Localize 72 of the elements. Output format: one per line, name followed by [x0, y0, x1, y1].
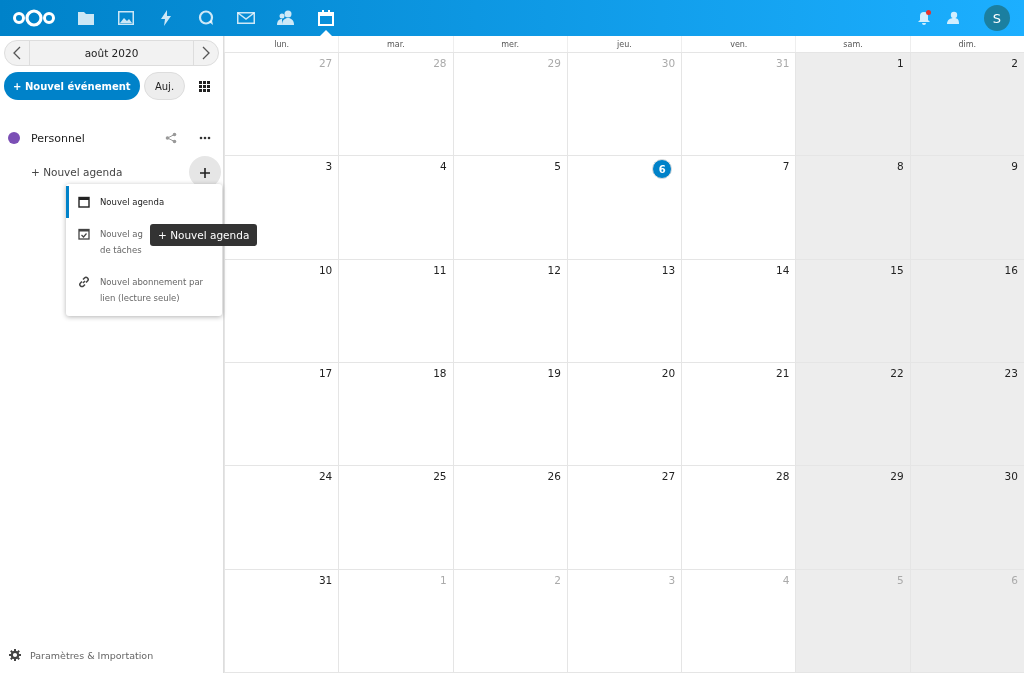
menu-item-label: Nouvel abonnement par [100, 276, 204, 289]
settings-icon[interactable] [9, 649, 21, 661]
day-number[interactable]: 21 [776, 367, 790, 379]
new-event-button[interactable]: + Nouvel événement [4, 72, 140, 100]
day-number[interactable]: 12 [547, 263, 561, 276]
folder-icon [78, 11, 94, 25]
day-number[interactable]: 3 [325, 160, 333, 173]
day-number[interactable]: 22 [890, 367, 904, 379]
day-number[interactable]: 2 [1011, 57, 1018, 69]
lightning-icon [161, 10, 171, 26]
weekday-label: sam. [843, 39, 863, 49]
tooltip: + Nouvel agenda [150, 224, 258, 246]
chevron-right-icon [202, 46, 210, 60]
calendar-check-icon [78, 228, 90, 240]
chevron-left-icon [13, 46, 21, 60]
day-number[interactable]: 27 [661, 470, 676, 483]
day-number[interactable]: 25 [433, 470, 447, 483]
plus-icon [200, 167, 210, 178]
calendar-icon [318, 10, 334, 26]
calendar-name[interactable]: Personnel [31, 131, 165, 145]
settings-link[interactable]: Paramètres & Importation [30, 649, 154, 661]
day-number[interactable]: 19 [547, 367, 561, 379]
weekday-label: lun. [274, 39, 290, 49]
menu-item[interactable]: Nouvel abonnement par lien (lecture seule) [66, 266, 222, 314]
share-icon[interactable] [165, 132, 177, 144]
day-number[interactable]: 31 [318, 573, 333, 586]
weekday-label: ven. [730, 39, 748, 49]
day-number[interactable]: 14 [776, 263, 790, 276]
day-number[interactable]: 17 [318, 367, 333, 379]
day-number[interactable]: 29 [890, 470, 904, 483]
people-icon [277, 10, 295, 26]
image-icon [118, 11, 134, 25]
day-number[interactable]: 6 [652, 159, 673, 180]
new-calendar-label[interactable]: + Nouvel agenda [31, 166, 189, 178]
link-icon [78, 276, 90, 288]
envelope-icon [237, 12, 255, 24]
day-number[interactable]: 20 [661, 367, 676, 379]
menu-item-label: de tâches [100, 244, 142, 257]
logo-icon[interactable] [12, 8, 56, 28]
day-number[interactable]: 10 [318, 263, 333, 276]
weekday-label: mer. [501, 39, 520, 49]
day-number[interactable]: 24 [318, 470, 333, 483]
day-number[interactable]: 26 [547, 470, 561, 483]
day-number[interactable]: 30 [1004, 470, 1018, 483]
more-icon[interactable] [199, 136, 211, 140]
day-number[interactable]: 23 [1004, 367, 1018, 379]
day-number[interactable]: 13 [661, 263, 676, 276]
menu-item-label: lien (lecture seule) [100, 292, 180, 305]
day-number[interactable]: 11 [433, 263, 447, 276]
day-number[interactable]: 15 [890, 263, 904, 276]
person-icon[interactable] [946, 11, 960, 25]
menu-item-label: Nouvel ag [100, 228, 143, 241]
today-button[interactable]: Auj. [143, 72, 186, 100]
day-number[interactable]: 1 [897, 57, 904, 69]
user-avatar[interactable]: S [984, 5, 1010, 31]
weekday-label: jeu. [617, 39, 632, 49]
day-number[interactable]: 28 [776, 470, 790, 483]
bell-icon[interactable] [916, 10, 932, 26]
day-number[interactable]: 9 [1011, 160, 1018, 173]
month-label[interactable]: août 2020 [29, 41, 194, 65]
day-number[interactable]: 18 [433, 367, 447, 379]
day-number[interactable]: 7 [782, 160, 790, 173]
day-number[interactable]: 16 [1004, 263, 1018, 276]
day-number[interactable]: 5 [554, 160, 561, 173]
day-number[interactable]: 8 [897, 160, 904, 173]
weekday-label: dim. [958, 39, 977, 49]
chat-bubble-icon [198, 10, 214, 26]
day-number[interactable]: 4 [439, 160, 447, 173]
menu-item-label: Nouvel agenda [100, 196, 165, 209]
calendar-icon [78, 196, 90, 208]
weekday-label: mar. [387, 39, 405, 49]
menu-item[interactable]: Nouvel agenda [66, 186, 222, 218]
